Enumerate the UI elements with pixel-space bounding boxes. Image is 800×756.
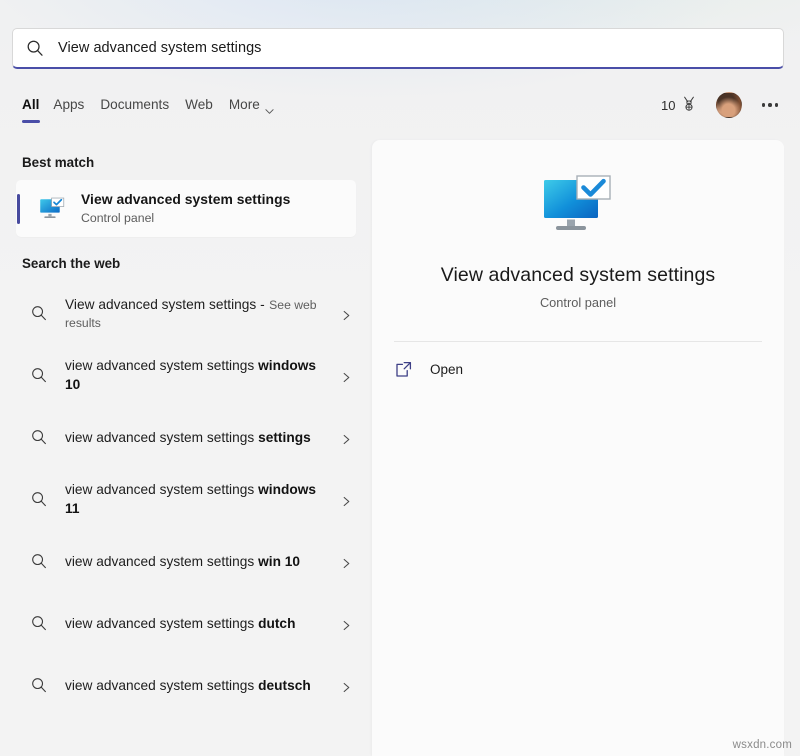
search-input-value: View advanced system settings bbox=[58, 40, 262, 56]
list-item-query: view advanced system settings windows 10 bbox=[65, 358, 317, 392]
list-item-texts: view advanced system settings windows 11 bbox=[65, 480, 331, 518]
chevron-right-icon[interactable] bbox=[341, 556, 352, 568]
search-box-container: View advanced system settings bbox=[12, 28, 784, 69]
list-item[interactable]: view advanced system settings deutsch bbox=[0, 654, 372, 716]
tab-all-label: All bbox=[22, 97, 40, 112]
tab-documents[interactable]: Documents bbox=[100, 90, 185, 116]
section-header-best-match: Best match bbox=[22, 155, 95, 170]
search-icon bbox=[30, 676, 48, 694]
system-settings-monitor-check-icon bbox=[542, 174, 614, 238]
ellipsis-icon[interactable] bbox=[760, 97, 781, 113]
list-item-query: view advanced system settings deutsch bbox=[65, 677, 311, 693]
list-item-query: view advanced system settings settings bbox=[65, 429, 311, 445]
text-caret bbox=[261, 40, 262, 57]
best-match-result[interactable]: View advanced system settings Control pa… bbox=[16, 180, 356, 237]
chevron-right-icon[interactable] bbox=[341, 308, 352, 320]
web-suggestions-list: View advanced system settings - See web … bbox=[0, 282, 372, 716]
list-item[interactable]: view advanced system settings windows 10 bbox=[0, 344, 372, 406]
list-item[interactable]: view advanced system settings dutch bbox=[0, 592, 372, 654]
search-overlay: View advanced system settings All Apps D… bbox=[0, 0, 800, 756]
header-actions: 10 bbox=[661, 92, 800, 118]
section-header-search-the-web: Search the web bbox=[22, 256, 121, 271]
best-match-subtitle: Control panel bbox=[81, 211, 155, 225]
list-item-texts: View advanced system settings - See web … bbox=[65, 295, 331, 332]
selection-indicator bbox=[17, 194, 20, 224]
list-item-texts: view advanced system settings settings bbox=[65, 428, 331, 447]
list-item-texts: view advanced system settings windows 10 bbox=[65, 356, 331, 394]
rewards-indicator[interactable]: 10 bbox=[661, 96, 695, 115]
rewards-count: 10 bbox=[661, 97, 676, 113]
list-item[interactable]: View advanced system settings - See web … bbox=[0, 282, 372, 344]
open-external-icon bbox=[395, 361, 412, 378]
list-item-query: view advanced system settings win 10 bbox=[65, 553, 301, 569]
search-icon bbox=[30, 304, 48, 322]
rewards-medal-icon bbox=[682, 96, 696, 115]
preview-panel: View advanced system settings Control pa… bbox=[372, 140, 784, 756]
best-match-title: View advanced system settings bbox=[81, 191, 291, 207]
avatar[interactable] bbox=[715, 92, 742, 118]
chevron-right-icon[interactable] bbox=[341, 680, 352, 692]
best-match-texts: View advanced system settings Control pa… bbox=[81, 191, 290, 226]
tab-all[interactable]: All bbox=[22, 90, 53, 123]
list-item-texts: view advanced system settings dutch bbox=[65, 614, 331, 633]
list-item[interactable]: view advanced system settings settings bbox=[0, 406, 372, 468]
preview-subtitle: Control panel bbox=[539, 295, 617, 310]
tab-active-indicator bbox=[22, 120, 40, 123]
search-icon bbox=[30, 490, 48, 508]
list-item[interactable]: view advanced system settings win 10 bbox=[0, 530, 372, 592]
open-action-label: Open bbox=[430, 362, 464, 377]
search-icon bbox=[30, 552, 48, 570]
system-settings-monitor-check-icon bbox=[39, 196, 65, 222]
preview-title: View advanced system settings bbox=[440, 264, 716, 286]
tab-more[interactable]: More bbox=[229, 90, 274, 116]
tab-apps[interactable]: Apps bbox=[53, 90, 100, 116]
tab-documents-label: Documents bbox=[100, 97, 170, 112]
watermark: wsxdn.com bbox=[732, 739, 792, 751]
tab-web[interactable]: Web bbox=[185, 90, 229, 116]
search-input[interactable]: View advanced system settings bbox=[12, 28, 784, 69]
search-icon bbox=[25, 38, 45, 58]
results-list: Best match View advanced system settings… bbox=[0, 138, 372, 756]
filter-tabs: All Apps Documents Web More bbox=[0, 90, 274, 123]
search-icon bbox=[30, 428, 48, 446]
list-item-query: view advanced system settings windows 11 bbox=[65, 482, 317, 516]
chevron-right-icon[interactable] bbox=[341, 370, 352, 382]
chevron-right-icon[interactable] bbox=[341, 432, 352, 444]
chevron-down-icon bbox=[265, 101, 274, 114]
tab-web-label: Web bbox=[185, 97, 213, 112]
open-action[interactable]: Open bbox=[372, 342, 784, 378]
preview-icon-container bbox=[372, 140, 784, 238]
list-item[interactable]: view advanced system settings windows 11 bbox=[0, 468, 372, 530]
search-icon bbox=[30, 614, 48, 632]
search-icon bbox=[30, 366, 48, 384]
list-item-texts: view advanced system settings win 10 bbox=[65, 552, 331, 571]
tab-apps-label: Apps bbox=[53, 97, 85, 112]
list-item-query: view advanced system settings dutch bbox=[65, 615, 296, 631]
filter-tabs-bar: All Apps Documents Web More 10 bbox=[0, 90, 800, 130]
chevron-right-icon[interactable] bbox=[341, 494, 352, 506]
tab-more-label: More bbox=[228, 97, 260, 112]
chevron-right-icon[interactable] bbox=[341, 618, 352, 630]
list-item-query: View advanced system settings - bbox=[65, 296, 265, 312]
list-item-texts: view advanced system settings deutsch bbox=[65, 676, 331, 695]
